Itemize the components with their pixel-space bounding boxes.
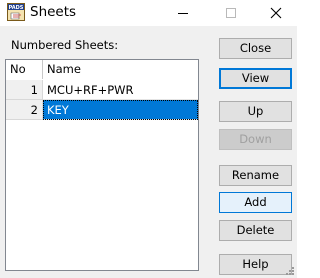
- rename-button[interactable]: Rename: [219, 165, 292, 186]
- close-button[interactable]: Close: [219, 38, 292, 59]
- minimize-button[interactable]: [160, 0, 206, 26]
- numbered-sheets-label: Numbered Sheets:: [11, 38, 119, 52]
- app-icon-text: PADS: [9, 5, 24, 11]
- delete-button[interactable]: Delete: [219, 220, 292, 241]
- close-window-button[interactable]: [253, 0, 299, 26]
- pads-app-icon: PADS: [7, 3, 25, 21]
- title-bar[interactable]: PADS Sheets: [0, 0, 297, 26]
- sheet-name-cell[interactable]: KEY: [43, 100, 198, 120]
- table-row-selected[interactable]: 2 KEY: [6, 100, 198, 120]
- row-number[interactable]: 1: [6, 80, 43, 100]
- column-header-name[interactable]: Name: [43, 60, 198, 79]
- column-header-no[interactable]: No: [6, 60, 43, 79]
- grid-header: No Name: [6, 60, 198, 79]
- sheets-grid[interactable]: No Name 1 MCU+RF+PWR 2 KEY: [5, 59, 199, 271]
- dialog-body: Numbered Sheets: No Name 1 MCU+RF+PWR 2 …: [0, 26, 297, 278]
- maximize-icon: [226, 8, 236, 18]
- down-button: Down: [219, 129, 292, 150]
- maximize-button: [208, 0, 254, 26]
- add-button[interactable]: Add: [219, 192, 292, 213]
- view-button[interactable]: View: [219, 68, 292, 89]
- help-button[interactable]: Help: [219, 254, 292, 275]
- row-number[interactable]: 2: [6, 100, 43, 120]
- window-title: Sheets: [30, 4, 77, 20]
- table-row[interactable]: 1 MCU+RF+PWR: [6, 80, 198, 100]
- minimize-icon: [178, 13, 188, 14]
- sheet-name-cell[interactable]: MCU+RF+PWR: [43, 80, 198, 100]
- up-button[interactable]: Up: [219, 101, 292, 122]
- close-icon: [270, 7, 282, 19]
- resize-grip-icon[interactable]: [285, 266, 295, 276]
